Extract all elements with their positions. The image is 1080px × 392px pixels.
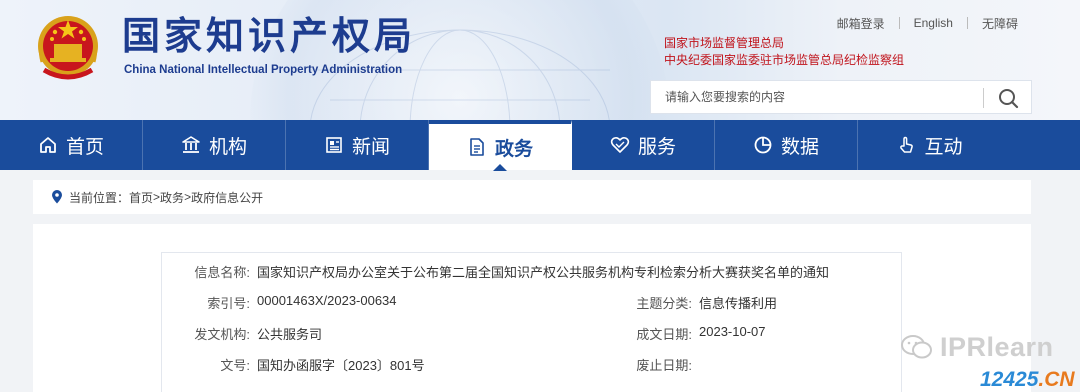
breadcrumb-separator: > bbox=[184, 190, 192, 204]
watermark-brand: IPRlearn bbox=[940, 332, 1054, 362]
info-date-label: 成文日期: bbox=[636, 327, 692, 342]
breadcrumb-prefix: 当前位置： bbox=[69, 190, 130, 205]
search-icon bbox=[999, 89, 1019, 109]
nav-service-label: 服务 bbox=[637, 135, 676, 158]
watermark: IPRlearn 12425.CN bbox=[900, 330, 1080, 392]
org-discipline-group[interactable]: 中央纪委国家监委驻市场监管总局纪检监察组 bbox=[664, 52, 904, 69]
search-input[interactable] bbox=[651, 81, 981, 113]
info-topic-value: 信息传播利用 bbox=[699, 296, 778, 311]
document-info-table: 信息名称: 国家知识产权局办公室关于公布第二届全国知识产权公共服务机构专利检索分… bbox=[161, 252, 902, 392]
nav-institution[interactable]: 机构 bbox=[143, 120, 286, 170]
info-org-value: 公共服务司 bbox=[257, 327, 323, 342]
info-topic-label: 主题分类: bbox=[636, 296, 692, 311]
info-name-label: 信息名称: bbox=[194, 265, 250, 280]
mail-login-link[interactable]: 邮箱登录 bbox=[823, 15, 899, 32]
institution-icon bbox=[181, 135, 201, 155]
info-abolish-label: 废止日期: bbox=[636, 358, 692, 373]
nav-news-label: 新闻 bbox=[351, 135, 390, 158]
site-header: 国家知识产权局 China National Intellectual Prop… bbox=[0, 0, 1080, 120]
nav-government-affairs-label: 政务 bbox=[494, 137, 533, 160]
info-org-label: 发文机构: bbox=[194, 327, 250, 342]
nav-data[interactable]: 数据 bbox=[715, 120, 858, 170]
search-box bbox=[650, 80, 1032, 114]
affiliated-orgs: 国家市场监督管理总局 中央纪委国家监委驻市场监管总局纪检监察组 bbox=[664, 35, 904, 69]
national-emblem-icon bbox=[38, 16, 98, 80]
nav-home[interactable]: 首页 bbox=[0, 120, 143, 170]
home-icon bbox=[38, 135, 58, 155]
info-date-value: 2023-10-07 bbox=[699, 324, 766, 339]
nav-news[interactable]: 新闻 bbox=[286, 120, 429, 170]
search-button[interactable] bbox=[991, 85, 1025, 111]
search-divider bbox=[983, 88, 984, 108]
info-row-index: 索引号: 00001463X/2023-00634 主题分类: 信息传播利用 bbox=[162, 284, 902, 318]
nav-home-label: 首页 bbox=[65, 135, 104, 158]
breadcrumb-gov-info-disclosure[interactable]: 政府信息公开 bbox=[191, 189, 263, 206]
hand-pointer-icon bbox=[896, 135, 916, 155]
heart-handshake-icon bbox=[610, 135, 630, 155]
nav-government-affairs[interactable]: 政务 bbox=[429, 120, 572, 171]
english-link[interactable]: English bbox=[900, 16, 967, 30]
nav-data-label: 数据 bbox=[780, 135, 819, 158]
info-row-name: 信息名称: 国家知识产权局办公室关于公布第二届全国知识产权公共服务机构专利检索分… bbox=[162, 253, 902, 287]
location-pin-icon bbox=[52, 190, 62, 204]
breadcrumb-government-affairs[interactable]: 政务 bbox=[160, 189, 184, 206]
wechat-icon bbox=[901, 335, 932, 359]
newspaper-icon bbox=[324, 135, 344, 155]
org-samr[interactable]: 国家市场监督管理总局 bbox=[664, 35, 904, 52]
nav-interaction-label: 互动 bbox=[924, 135, 963, 158]
nav-institution-label: 机构 bbox=[208, 135, 247, 158]
info-docno-label: 文号: bbox=[220, 358, 250, 373]
site-title[interactable]: 国家知识产权局 bbox=[122, 14, 412, 58]
top-links: 邮箱登录 English 无障碍 bbox=[823, 14, 1032, 32]
watermark-site: 12425.CN bbox=[980, 368, 1075, 392]
info-row-org: 发文机构: 公共服务司 成文日期: 2023-10-07 bbox=[162, 315, 902, 349]
info-docno-value: 国知办函服字〔2023〕801号 bbox=[257, 358, 425, 373]
info-index-label: 索引号: bbox=[207, 296, 250, 311]
breadcrumb-home[interactable]: 首页 bbox=[129, 189, 153, 206]
nav-interaction[interactable]: 互动 bbox=[858, 120, 1001, 170]
breadcrumb-separator: > bbox=[153, 190, 161, 204]
main-nav: 首页 机构 新闻 政务 服务 数据 互动 bbox=[0, 120, 1080, 171]
info-row-docno: 文号: 国知办函服字〔2023〕801号 废止日期: bbox=[162, 346, 902, 380]
info-name-value: 国家知识产权局办公室关于公布第二届全国知识产权公共服务机构专利检索分析大赛获奖名… bbox=[257, 265, 830, 280]
watermark-site-tld: .CN bbox=[1038, 368, 1075, 391]
watermark-site-number: 12425 bbox=[980, 368, 1039, 391]
breadcrumb: 当前位置： 首页 > 政务 > 政府信息公开 bbox=[33, 180, 1031, 214]
content-panel: 信息名称: 国家知识产权局办公室关于公布第二届全国知识产权公共服务机构专利检索分… bbox=[33, 224, 1031, 392]
site-title-english: China National Intellectual Property Adm… bbox=[124, 64, 403, 76]
pie-chart-icon bbox=[753, 135, 773, 155]
accessibility-link[interactable]: 无障碍 bbox=[968, 15, 1032, 32]
document-icon bbox=[467, 137, 487, 157]
nav-service[interactable]: 服务 bbox=[572, 120, 715, 170]
info-index-value: 00001463X/2023-00634 bbox=[257, 293, 397, 308]
